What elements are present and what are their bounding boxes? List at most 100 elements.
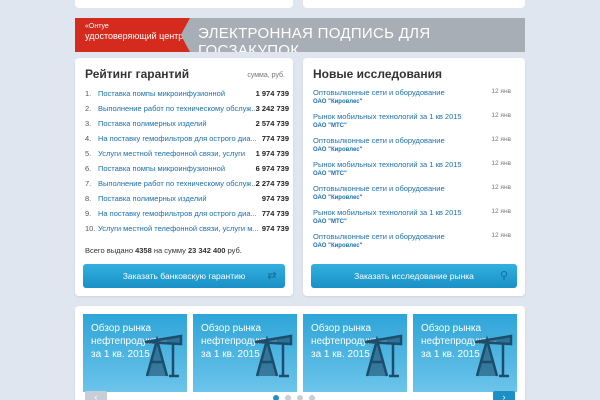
row-name: Поставка полимерных изделий xyxy=(98,119,207,128)
studies-card: Новые исследования Оптовылконные сети и … xyxy=(303,58,525,296)
banner-title: ЭЛЕКТРОННАЯ ПОДПИСЬ ДЛЯ ГОСЗАКУПОК xyxy=(198,25,431,52)
logo-line1: «Онтуе xyxy=(85,23,109,30)
row-number: 3. xyxy=(85,119,92,128)
study-date: 12 янв xyxy=(491,208,511,215)
study-company: ОАО "МТС" xyxy=(313,171,347,177)
search-icon: ⚲ xyxy=(499,270,509,282)
study-title: Оптовылконные сети и оборудование xyxy=(313,88,445,97)
row-number: 2. xyxy=(85,104,92,113)
total-suffix: руб. xyxy=(227,246,242,255)
study-date: 12 янв xyxy=(491,160,511,167)
study-item[interactable]: Рынок мобильных технологий за 1 кв 2015 … xyxy=(313,160,511,184)
study-title: Оптовылконные сети и оборудование xyxy=(313,184,445,193)
rating-row[interactable]: 2. Выполнение работ по техническому обслу… xyxy=(85,103,289,115)
study-item[interactable]: Оптовылконные сети и оборудование ОАО "К… xyxy=(313,136,511,160)
row-name: Выполнение работ по техническому обслуж.… xyxy=(98,104,258,113)
row-name: Поставка полимерных изделий xyxy=(98,194,207,203)
study-title: Рынок мобильных технологий за 1 кв 2015 xyxy=(313,208,462,217)
row-sum: 974 739 xyxy=(261,194,289,203)
row-number: 10. xyxy=(85,224,96,233)
row-name: Поставка помпы микроинфузионной xyxy=(98,164,226,173)
report-tile[interactable]: Обзор рынка нефтепродуктов за 1 кв. 2015 xyxy=(303,314,407,392)
study-date: 12 янв xyxy=(491,136,511,143)
top-card-left xyxy=(75,0,293,8)
carousel-dot[interactable] xyxy=(297,395,303,400)
carousel-next-button[interactable]: › xyxy=(493,391,515,400)
study-item[interactable]: Оптовылконные сети и оборудование ОАО "К… xyxy=(313,232,511,256)
study-date: 12 янв xyxy=(491,232,511,239)
report-tile[interactable]: Обзор рынка нефтепродуктов за 1 кв. 2015 xyxy=(193,314,297,392)
ratings-title: Рейтинг гарантий xyxy=(85,67,190,81)
oil-pump-icon xyxy=(364,334,403,378)
row-number: 5. xyxy=(85,149,92,158)
exchange-icon: ⇄ xyxy=(267,270,277,282)
oil-pump-icon xyxy=(144,334,183,378)
total-sum: 23 342 400 xyxy=(187,246,226,255)
row-sum: 2 274 739 xyxy=(255,179,289,188)
order-research-button[interactable]: Заказать исследование рынка ⚲ xyxy=(311,264,517,288)
row-name: Услуги местной телефонной связи, услуги … xyxy=(98,224,259,233)
study-date: 12 янв xyxy=(491,112,511,119)
rating-row[interactable]: 1. Поставка помпы микроинфузионной 1 974 7… xyxy=(85,88,289,100)
study-title: Рынок мобильных технологий за 1 кв 2015 xyxy=(313,112,462,121)
study-company: ОАО "Кировлес" xyxy=(313,99,363,105)
row-number: 6. xyxy=(85,164,92,173)
study-company: ОАО "Кировлес" xyxy=(313,147,363,153)
study-company: ОАО "Кировлес" xyxy=(313,243,363,249)
study-company: ОАО "МТС" xyxy=(313,123,347,129)
row-sum: 974 739 xyxy=(261,224,289,233)
report-tile[interactable]: Обзор рынка нефтепродуктов за 1 кв. 2015 xyxy=(413,314,517,392)
ratings-card: Рейтинг гарантий сумма, руб. 1. Поставка … xyxy=(75,58,293,296)
carousel-dot[interactable] xyxy=(309,395,315,400)
oil-pump-icon xyxy=(474,334,513,378)
study-date: 12 янв xyxy=(491,88,511,95)
logo-line2: удостоверяющий центр xyxy=(85,31,184,41)
row-sum: 6 974 739 xyxy=(255,164,289,173)
oil-pump-icon xyxy=(254,334,293,378)
carousel-dot[interactable] xyxy=(273,395,279,400)
report-tile[interactable]: Обзор рынка нефтепродуктов за 1 кв. 2015 xyxy=(83,314,187,392)
rating-row[interactable]: 3. Поставка полимерных изделий 2 574 739 xyxy=(85,118,289,130)
sum-header: сумма, руб. xyxy=(247,72,285,79)
row-number: 4. xyxy=(85,134,92,143)
row-sum: 774 739 xyxy=(261,209,289,218)
total-mid: на сумму xyxy=(153,246,186,255)
row-sum: 774 739 xyxy=(261,134,289,143)
study-company: ОАО "Кировлес" xyxy=(313,195,363,201)
order-research-label: Заказать исследование рынка xyxy=(354,271,474,281)
study-title: Оптовылконные сети и оборудование xyxy=(313,232,445,241)
order-guarantee-button[interactable]: Заказать банковскую гарантию ⇄ xyxy=(83,264,285,288)
row-name: Услуги местной телефонной связи, услуги xyxy=(98,149,246,158)
rating-row[interactable]: 9. На поставку гемофильтров для острого д… xyxy=(85,208,289,220)
row-number: 7. xyxy=(85,179,92,188)
study-item[interactable]: Рынок мобильных технологий за 1 кв 2015 … xyxy=(313,112,511,136)
study-item[interactable]: Оптовылконные сети и оборудование ОАО "К… xyxy=(313,184,511,208)
total-count: 4358 xyxy=(135,246,152,255)
top-card-right xyxy=(303,0,525,8)
study-company: ОАО "МТС" xyxy=(313,219,347,225)
rating-row[interactable]: 7. Выполнение работ по техническому обслу… xyxy=(85,178,289,190)
rating-row[interactable]: 6. Поставка помпы микроинфузионной 6 974 7… xyxy=(85,163,289,175)
row-sum: 1 974 739 xyxy=(255,149,289,158)
row-sum: 3 242 739 xyxy=(255,104,289,113)
study-item[interactable]: Оптовылконные сети и оборудование ОАО "К… xyxy=(313,88,511,112)
rating-row[interactable]: 10. Услуги местной телефонной связи, услу… xyxy=(85,223,289,235)
order-guarantee-label: Заказать банковскую гарантию xyxy=(122,271,246,281)
signature-banner[interactable]: «Онтуе удостоверяющий центр ЭЛЕКТРОННАЯ … xyxy=(75,18,525,52)
studies-title: Новые исследования xyxy=(313,67,442,81)
uc-logo: «Онтуе удостоверяющий центр xyxy=(75,18,190,52)
carousel-prev-button[interactable]: ‹ xyxy=(85,391,107,400)
row-name: Выполнение работ по техническому обслуж.… xyxy=(98,179,258,188)
row-number: 8. xyxy=(85,194,92,203)
row-name: На поставку гемофильтров для острого диа… xyxy=(98,209,257,218)
rating-row[interactable]: 5. Услуги местной телефонной связи, услуг… xyxy=(85,148,289,160)
rating-row[interactable]: 4. На поставку гемофильтров для острого д… xyxy=(85,133,289,145)
study-title: Оптовылконные сети и оборудование xyxy=(313,136,445,145)
carousel-dot[interactable] xyxy=(285,395,291,400)
total-prefix: Всего выдано xyxy=(85,246,133,255)
rating-row[interactable]: 8. Поставка полимерных изделий 974 739 xyxy=(85,193,289,205)
total-summary: Всего выдано 4358 на сумму 23 342 400 ру… xyxy=(85,246,242,255)
study-item[interactable]: Рынок мобильных технологий за 1 кв 2015 … xyxy=(313,208,511,232)
row-sum: 2 574 739 xyxy=(255,119,289,128)
row-name: На поставку гемофильтров для острого диа… xyxy=(98,134,257,143)
